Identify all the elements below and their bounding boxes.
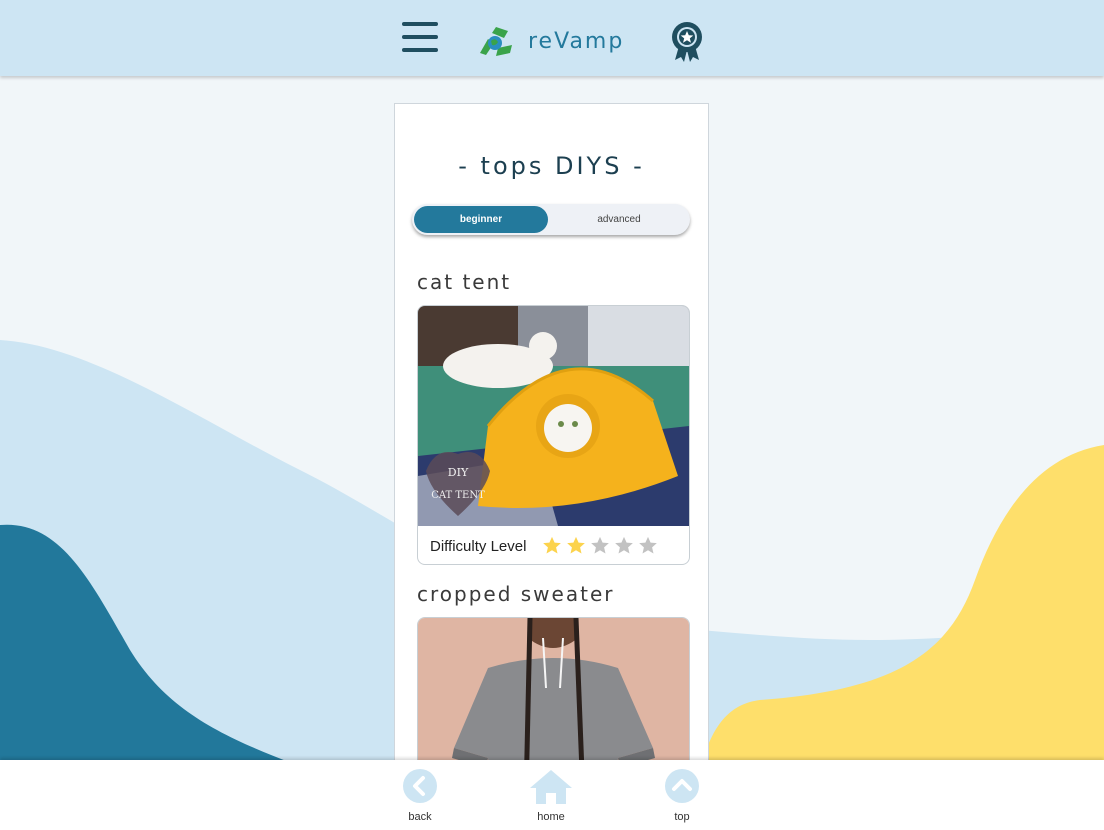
top-button[interactable]: top [652,768,712,823]
app-name: reVamp [528,28,625,54]
back-button[interactable]: back [390,768,450,823]
up-circle-icon [665,769,699,803]
item-card-cat-tent[interactable]: DIY CAT TENT Difficulty Level [417,305,690,565]
toggle-beginner[interactable]: beginner [414,206,548,233]
top-label: top [674,811,690,823]
image-caption-line2: CAT TENT [431,490,485,501]
level-toggle: beginner advanced [412,204,690,235]
diy-list-card: - tops DIYS - beginner advanced cat tent… [394,103,709,765]
star-empty-icon [639,536,658,554]
star-empty-icon [591,536,610,554]
award-badge-icon[interactable] [670,20,704,62]
home-button[interactable]: home [521,768,581,823]
star-filled-icon [543,536,562,554]
item-title-cat-tent: cat tent [417,270,512,294]
top-header: reVamp [0,0,1104,76]
item-title-cropped-sweater: cropped sweater [417,582,615,606]
cropped-sweater-image[interactable] [418,618,689,765]
page-title: - tops DIYS - [458,152,645,180]
difficulty-stars [542,536,662,556]
recycle-globe-icon [480,27,512,56]
home-label: home [537,811,565,823]
hamburger-menu-icon[interactable] [402,22,438,56]
item-card-cropped-sweater[interactable] [417,617,690,765]
back-label: back [408,811,432,823]
home-icon [530,770,572,804]
star-empty-icon [615,536,634,554]
bottom-nav: back home top [0,760,1104,830]
back-circle-icon [403,769,437,803]
app-logo[interactable]: reVamp [474,22,624,60]
toggle-advanced[interactable]: advanced [552,206,686,233]
star-filled-icon [567,536,586,554]
difficulty-label: Difficulty Level [430,537,527,555]
difficulty-row: Difficulty Level [418,527,689,564]
cat-tent-image[interactable]: DIY CAT TENT [418,306,689,526]
image-caption-line1: DIY [448,466,469,479]
